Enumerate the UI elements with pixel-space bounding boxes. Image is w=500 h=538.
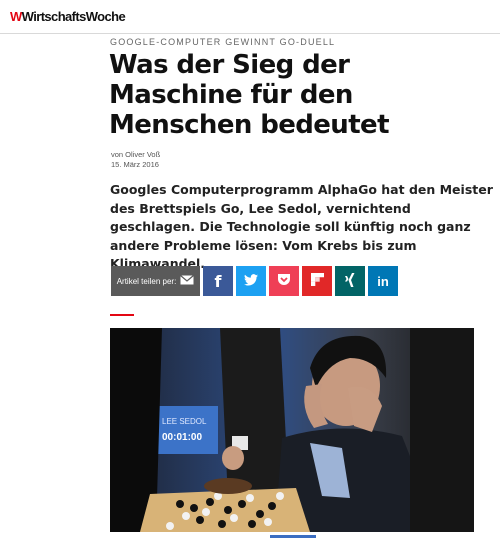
share-label: Artikel teilen per:: [116, 276, 177, 286]
flipboard-share-button[interactable]: [302, 266, 332, 296]
share-bar: Artikel teilen per: f in: [111, 266, 398, 296]
mail-icon: [180, 275, 195, 287]
linkedin-icon: in: [377, 273, 389, 289]
flipboard-icon: [310, 273, 324, 289]
scoreboard-name: LEE SEDOL: [162, 417, 207, 426]
pocket-share-button[interactable]: [269, 266, 299, 296]
article-kicker: GOOGLE-COMPUTER GEWINNT GO-DUELL: [110, 37, 336, 47]
article-lead: Googles Computerprogramm AlphaGo hat den…: [110, 182, 493, 271]
pocket-icon: [277, 273, 291, 289]
twitter-icon: [244, 273, 258, 289]
article-photo[interactable]: LEE SEDOL 00:01:00: [110, 328, 474, 532]
xing-icon: [344, 272, 356, 290]
linkedin-share-button[interactable]: in: [368, 266, 398, 296]
article-title: Was der Sieg der Maschine für den Mensch…: [109, 50, 390, 140]
xing-share-button[interactable]: [335, 266, 365, 296]
author-link[interactable]: von Oliver Voß: [111, 150, 160, 160]
byline: von Oliver Voß 15. März 2016: [111, 150, 160, 170]
logo-mark: W: [10, 9, 22, 24]
facebook-share-button[interactable]: f: [203, 266, 233, 296]
twitter-share-button[interactable]: [236, 266, 266, 296]
section-divider: [110, 314, 134, 316]
scoreboard-time: 00:01:00: [162, 432, 202, 443]
publish-date: 15. März 2016: [111, 160, 159, 169]
top-bar: W WirtschaftsWoche: [0, 0, 500, 34]
facebook-icon: f: [214, 271, 222, 291]
wiwo-logo[interactable]: W WirtschaftsWoche: [10, 9, 126, 24]
share-label-box[interactable]: Artikel teilen per:: [111, 266, 200, 296]
logo-text: WirtschaftsWoche: [21, 9, 126, 24]
